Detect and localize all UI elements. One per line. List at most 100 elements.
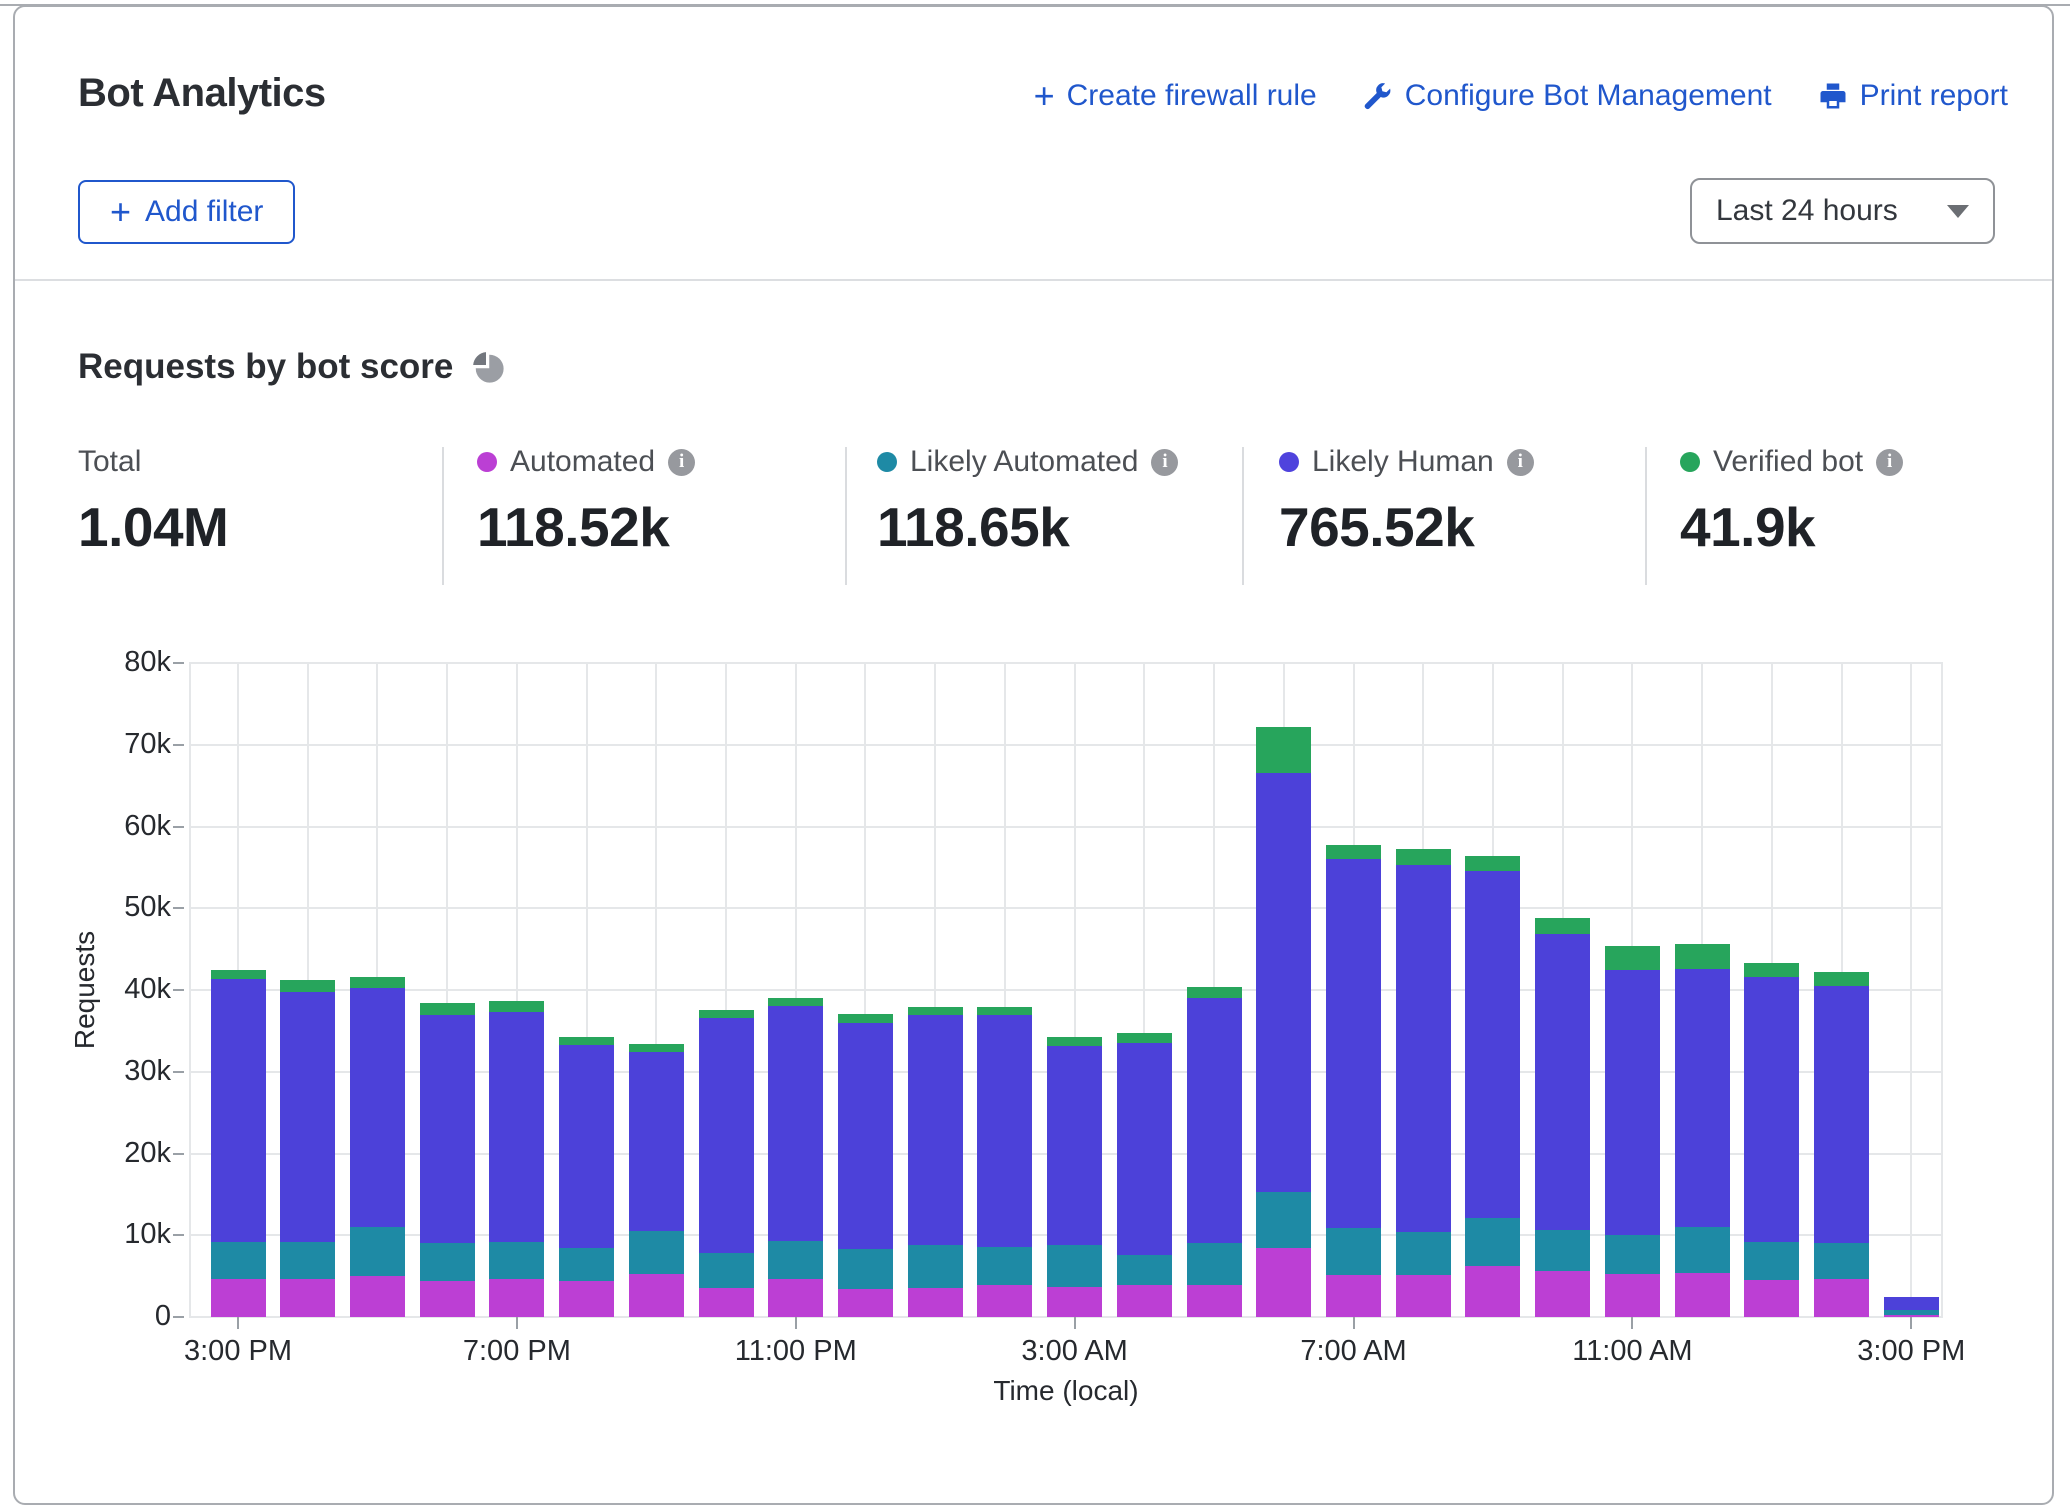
bar-segment-likely-automated <box>1187 1243 1242 1285</box>
bar-segment-automated <box>420 1281 475 1317</box>
bar-segment-likely-automated <box>838 1249 893 1289</box>
bar-segment-verified-bot <box>629 1044 684 1052</box>
bar-segment-likely-human <box>1605 970 1660 1235</box>
bar-segment-likely-automated <box>1465 1218 1520 1265</box>
bar-segment-likely-automated <box>420 1243 475 1281</box>
plus-icon: + <box>1034 81 1055 111</box>
bar-200pm[interactable] <box>1814 972 1869 1317</box>
bar-segment-automated <box>1326 1275 1381 1318</box>
configure-bot-management-link[interactable]: Configure Bot Management <box>1363 79 1772 113</box>
x-tick-label: 3:00 PM <box>1821 1335 2001 1368</box>
bar-200am[interactable] <box>977 1007 1032 1317</box>
bar-segment-likely-human <box>1396 865 1451 1232</box>
x-tick-mark <box>516 1317 518 1329</box>
bar-segment-verified-bot <box>1605 946 1660 971</box>
bar-1100pm[interactable] <box>768 998 823 1317</box>
bar-segment-likely-automated <box>977 1247 1032 1285</box>
stat-likely-automated-label: Likely Automated <box>910 445 1138 479</box>
likely-automated-legend-dot <box>877 452 897 472</box>
bar-500pm[interactable] <box>350 977 405 1317</box>
info-icon[interactable]: i <box>1507 449 1534 476</box>
bar-segment-verified-bot <box>977 1007 1032 1015</box>
bar-segment-likely-automated <box>1117 1255 1172 1285</box>
bar-1200am[interactable] <box>838 1014 893 1317</box>
bar-900am[interactable] <box>1465 856 1520 1317</box>
bar-segment-verified-bot <box>1814 972 1869 986</box>
bar-700am[interactable] <box>1326 845 1381 1317</box>
info-icon[interactable]: i <box>1151 449 1178 476</box>
bar-segment-automated <box>489 1279 544 1317</box>
x-tick-mark <box>795 1317 797 1329</box>
stat-automated-label: Automated <box>510 445 655 479</box>
bar-segment-automated <box>350 1276 405 1317</box>
y-tick-mark <box>173 744 184 746</box>
v-gridline <box>1910 663 1912 1317</box>
h-gridline <box>189 744 1943 746</box>
stat-verified-bot-label: Verified bot <box>1713 445 1863 479</box>
bar-segment-likely-automated <box>1326 1228 1381 1275</box>
x-tick-mark <box>1631 1317 1633 1329</box>
bar-700pm[interactable] <box>489 1001 544 1317</box>
bar-300pm[interactable] <box>1884 1297 1939 1317</box>
bar-segment-verified-bot <box>908 1007 963 1015</box>
bar-1000pm[interactable] <box>699 1010 754 1317</box>
bar-segment-verified-bot <box>1047 1037 1102 1045</box>
stat-total-value: 1.04M <box>78 495 228 559</box>
bar-500am[interactable] <box>1187 987 1242 1317</box>
bar-segment-likely-human <box>350 988 405 1227</box>
header-actions: + Create firewall rule Configure Bot Man… <box>1034 79 2008 113</box>
y-tick-label: 80k <box>61 646 171 679</box>
create-firewall-rule-link[interactable]: + Create firewall rule <box>1034 79 1317 113</box>
bar-segment-verified-bot <box>559 1037 614 1045</box>
bar-600pm[interactable] <box>420 1003 475 1317</box>
section-heading-label: Requests by bot score <box>78 347 453 387</box>
stat-divider <box>1242 447 1244 585</box>
time-range-select[interactable]: Last 24 hours <box>1690 178 1995 244</box>
bar-600am[interactable] <box>1256 727 1311 1317</box>
bar-segment-likely-human <box>1187 998 1242 1243</box>
likely-human-legend-dot <box>1279 452 1299 472</box>
y-tick-mark <box>173 1153 184 1155</box>
bar-segment-automated <box>768 1279 823 1317</box>
print-report-link[interactable]: Print report <box>1818 79 2008 113</box>
bar-900pm[interactable] <box>629 1044 684 1317</box>
bar-segment-automated <box>1117 1285 1172 1317</box>
bar-plot: Requests Time (local) 010k20k30k40k50k60… <box>189 663 1943 1317</box>
bar-segment-automated <box>1744 1280 1799 1317</box>
info-icon[interactable]: i <box>668 449 695 476</box>
bar-1100am[interactable] <box>1605 946 1660 1317</box>
info-icon[interactable]: i <box>1876 449 1903 476</box>
section-heading: Requests by bot score <box>78 347 505 387</box>
bar-segment-automated <box>559 1281 614 1317</box>
bar-800pm[interactable] <box>559 1037 614 1317</box>
bar-segment-verified-bot <box>489 1001 544 1012</box>
bar-segment-verified-bot <box>211 970 266 980</box>
bar-300am[interactable] <box>1047 1037 1102 1317</box>
bar-segment-automated <box>1396 1275 1451 1317</box>
bar-segment-likely-human <box>908 1015 963 1245</box>
bar-segment-likely-automated <box>699 1253 754 1287</box>
bar-400pm[interactable] <box>280 980 335 1317</box>
bar-800am[interactable] <box>1396 849 1451 1317</box>
h-gridline <box>189 826 1943 828</box>
bar-segment-likely-human <box>280 992 335 1241</box>
stat-verified-bot: Verified bot i 41.9k <box>1680 445 1903 559</box>
bar-segment-likely-human <box>1256 773 1311 1192</box>
x-tick-label: 3:00 AM <box>985 1335 1165 1368</box>
bar-segment-likely-automated <box>280 1242 335 1280</box>
add-filter-button[interactable]: + Add filter <box>78 180 295 244</box>
stat-total-label: Total <box>78 445 141 479</box>
create-firewall-rule-label: Create firewall rule <box>1067 79 1317 113</box>
bar-1000am[interactable] <box>1535 918 1590 1317</box>
bar-segment-verified-bot <box>768 998 823 1006</box>
bar-400am[interactable] <box>1117 1033 1172 1317</box>
bar-segment-automated <box>1675 1273 1730 1317</box>
bar-segment-likely-human <box>1047 1046 1102 1245</box>
bar-1200pm[interactable] <box>1675 944 1730 1317</box>
bar-300pm[interactable] <box>211 970 266 1317</box>
bar-100pm[interactable] <box>1744 963 1799 1317</box>
bar-segment-likely-automated <box>768 1241 823 1279</box>
bar-segment-verified-bot <box>1396 849 1451 865</box>
bar-100am[interactable] <box>908 1007 963 1317</box>
bar-segment-verified-bot <box>1465 856 1520 871</box>
